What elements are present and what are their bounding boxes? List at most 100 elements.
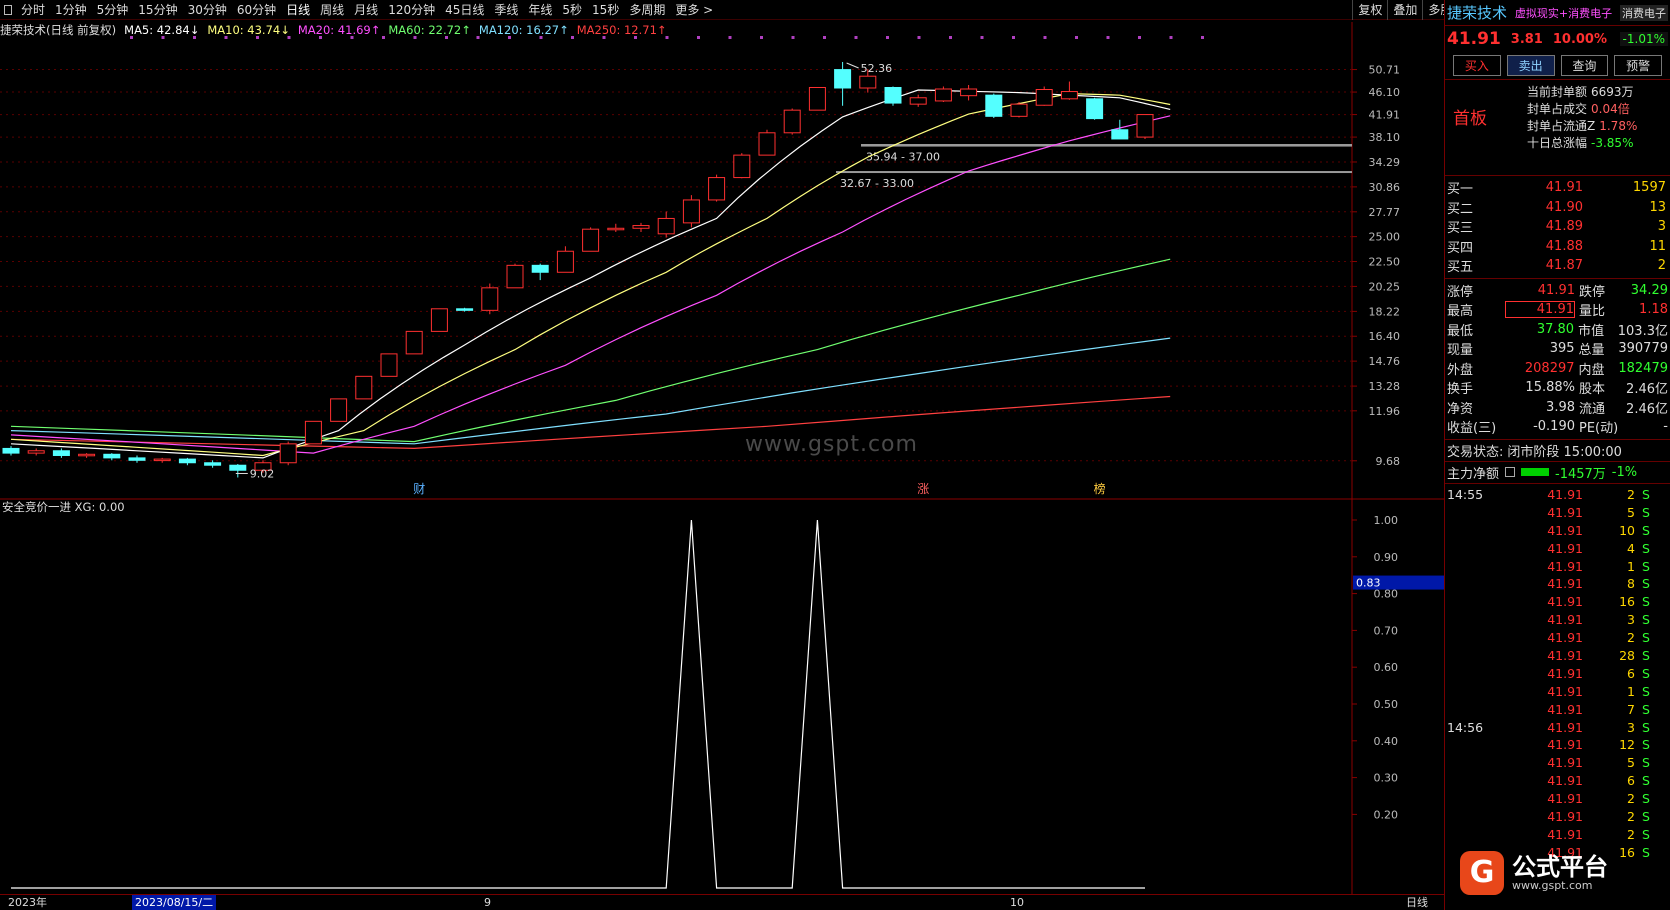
candle[interactable] — [204, 460, 222, 468]
candle[interactable] — [934, 86, 952, 103]
candle[interactable] — [178, 457, 196, 466]
toolbar-period-10[interactable]: 45日线 — [440, 0, 489, 20]
event-marker[interactable]: 财 — [413, 482, 425, 496]
indicator-chart[interactable]: 1.00 0.90 0.80 0.70 0.60 0.50 0.40 0.30 0.20 0.83… — [0, 500, 1444, 894]
candle[interactable] — [682, 195, 700, 228]
candle[interactable] — [229, 463, 247, 478]
candle[interactable] — [758, 129, 776, 156]
candle[interactable] — [607, 223, 625, 232]
stock-name[interactable]: 捷荣技术 — [1447, 2, 1507, 23]
candle[interactable] — [78, 453, 96, 458]
bid-row[interactable]: 买三 41.89 3 — [1445, 217, 1670, 237]
candle[interactable] — [783, 108, 801, 135]
sector-tag[interactable]: 消费电子 — [1619, 4, 1668, 21]
alert-button[interactable]: 预警 — [1614, 55, 1662, 76]
toolbar-period-3[interactable]: 15分钟 — [133, 0, 182, 20]
query-button[interactable]: 查询 — [1560, 55, 1609, 76]
main-net-flow: 主力净额 -1457万 -1% — [1445, 462, 1670, 484]
candle[interactable] — [456, 307, 474, 312]
tick-list[interactable]: 14:55 41.91 2 S 41.91 5 S 41.91 10 S 41.91 4 S 41.91 1… — [1445, 484, 1670, 862]
toolbar-period-9[interactable]: 120分钟 — [383, 0, 440, 20]
toolbar-func-0[interactable]: 复权 — [1352, 0, 1387, 20]
toolbar-period-14[interactable]: 15秒 — [587, 0, 624, 20]
ma120-line[interactable] — [10, 337, 1171, 445]
candle[interactable] — [279, 441, 297, 466]
candle[interactable] — [582, 227, 600, 252]
toolbar-period-8[interactable]: 月线 — [349, 0, 383, 20]
toolbar-period-6[interactable]: 日线 — [281, 0, 315, 20]
candle[interactable] — [531, 263, 549, 281]
candle[interactable] — [481, 283, 499, 315]
candle[interactable] — [27, 448, 45, 456]
resistance-zone[interactable] — [861, 144, 1352, 147]
indicator-svg[interactable]: 1.000.900.800.700.600.500.400.300.200.83 — [0, 500, 1444, 894]
bid-row[interactable]: 买四 41.88 11 — [1445, 237, 1670, 257]
candle[interactable] — [556, 246, 574, 273]
toolbar-period-1[interactable]: 1分钟 — [50, 0, 92, 20]
tick-side: S — [1642, 701, 1650, 717]
candle[interactable] — [153, 457, 171, 463]
price-axis-label: 11.96 — [1369, 405, 1401, 418]
toolbar-period-13[interactable]: 5秒 — [557, 0, 587, 20]
candle[interactable] — [52, 448, 70, 458]
candle[interactable] — [1086, 97, 1104, 120]
candle[interactable] — [808, 86, 826, 111]
bid-row[interactable]: 买一 41.91 1597 — [1445, 178, 1670, 198]
candle[interactable] — [380, 353, 398, 377]
toolbar-period-7[interactable]: 周线 — [315, 0, 349, 20]
event-marker[interactable]: 涨 — [917, 481, 929, 496]
period-label[interactable]: 日线 — [1406, 895, 1428, 910]
toolbar-period-16[interactable]: 更多 > — [670, 0, 718, 20]
price-axis-label: 18.22 — [1369, 305, 1401, 318]
toolbar-period-2[interactable]: 5分钟 — [92, 0, 134, 20]
candle[interactable] — [1010, 102, 1028, 118]
toolbar-period-5[interactable]: 60分钟 — [232, 0, 281, 20]
xg-line[interactable] — [11, 519, 1145, 889]
concept-tag[interactable]: 虚拟现实+消费电子 — [1515, 5, 1612, 21]
candle[interactable] — [430, 308, 448, 332]
toolbar-period-12[interactable]: 年线 — [523, 0, 557, 20]
candle[interactable] — [506, 263, 524, 289]
toolbar-period-0[interactable]: 分时 — [16, 0, 50, 20]
bid-row[interactable]: 买二 41.90 13 — [1445, 198, 1670, 218]
sell-button[interactable]: 卖出 — [1506, 55, 1555, 76]
window-menu-icon[interactable] — [4, 4, 12, 15]
toolbar-period-11[interactable]: 季线 — [489, 0, 523, 20]
event-marker[interactable]: 榜 — [1094, 481, 1106, 496]
toolbar-period-15[interactable]: 多周期 — [624, 0, 670, 20]
candle[interactable] — [909, 94, 927, 107]
signal-dot — [1043, 36, 1047, 39]
candle[interactable] — [708, 174, 726, 202]
candle[interactable] — [103, 453, 121, 461]
tick-side: S — [1642, 612, 1650, 628]
buy-button[interactable]: 买入 — [1453, 55, 1501, 76]
tick-side: S — [1642, 683, 1650, 699]
kline-svg[interactable]: 50.71 46.10 41.91 38.10 34.29 30.86 27.77 25.00… — [0, 22, 1444, 500]
candle[interactable] — [1111, 119, 1129, 140]
candle[interactable] — [960, 84, 978, 101]
candle[interactable] — [330, 398, 348, 422]
resistance-zone[interactable] — [836, 171, 1352, 174]
kline-chart[interactable]: 50.71 46.10 41.91 38.10 34.29 30.86 27.77 25.00… — [0, 22, 1444, 500]
candle[interactable] — [1060, 81, 1078, 100]
candle[interactable] — [884, 86, 902, 106]
candle[interactable] — [1035, 86, 1053, 106]
candle[interactable] — [355, 375, 373, 400]
candle[interactable] — [657, 211, 675, 238]
toolbar-period-4[interactable]: 30分钟 — [183, 0, 232, 20]
candle[interactable] — [405, 330, 423, 355]
price-change: 3.81 — [1510, 31, 1543, 47]
bid-row[interactable]: 买五 41.87 2 — [1445, 256, 1670, 276]
candle[interactable] — [1136, 114, 1154, 139]
ma10-line[interactable] — [10, 92, 1171, 457]
candle[interactable] — [632, 222, 650, 232]
candle[interactable] — [733, 153, 751, 179]
flow-toggle-icon[interactable] — [1505, 467, 1516, 477]
toolbar-func-1[interactable]: 叠加 — [1387, 0, 1422, 20]
candle[interactable] — [985, 93, 1003, 119]
candle[interactable] — [304, 420, 322, 445]
candle[interactable] — [834, 61, 852, 106]
ma20-line[interactable] — [10, 115, 1171, 454]
candle[interactable] — [128, 455, 146, 463]
candle[interactable] — [2, 446, 20, 456]
